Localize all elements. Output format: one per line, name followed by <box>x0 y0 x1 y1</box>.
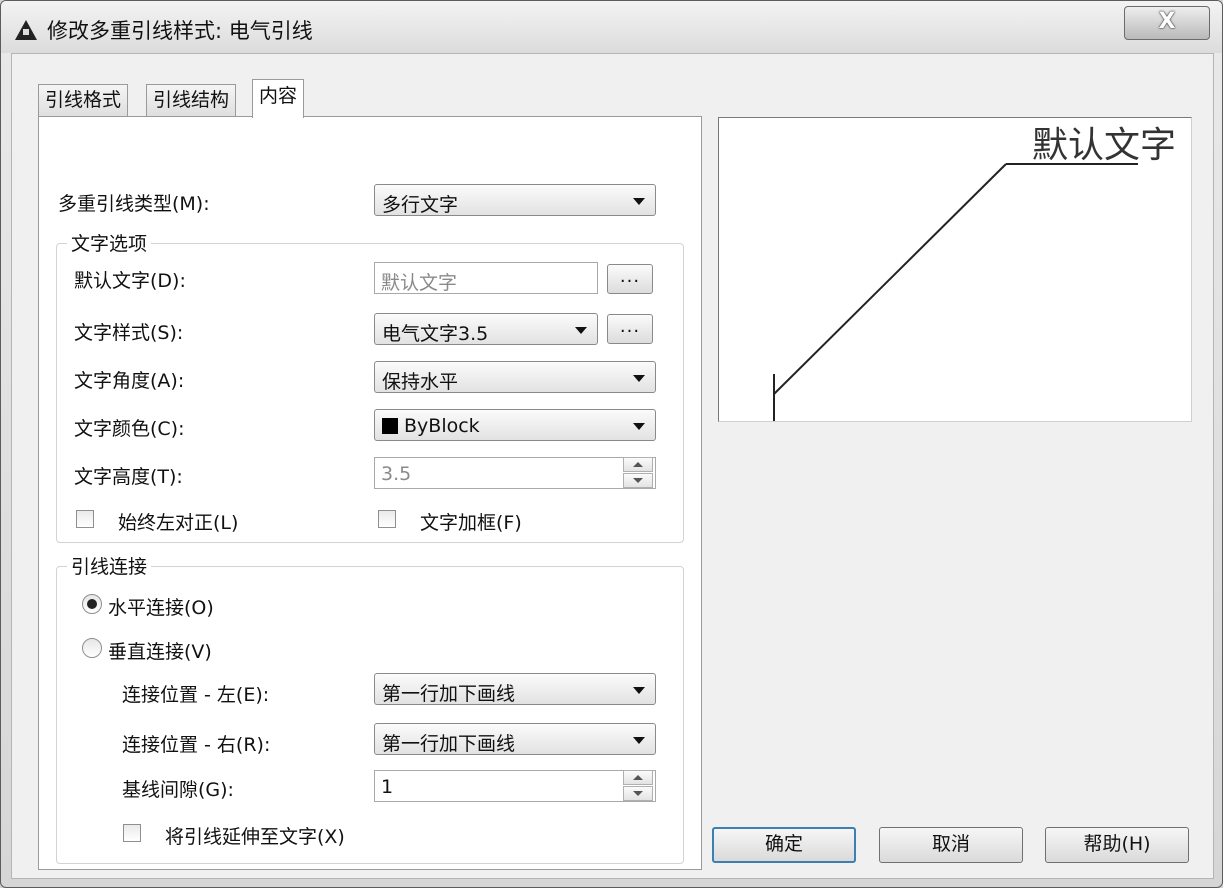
text-color-value-wrap: ByBlock <box>382 415 480 437</box>
default-text-label: 默认文字(D): <box>74 270 186 292</box>
leader-preview-drawing: 默认文字 <box>773 125 1176 421</box>
spin-up-icon[interactable] <box>623 770 653 785</box>
text-height-spinner[interactable] <box>623 457 653 489</box>
tab-leader-format[interactable]: 引线格式 <box>38 84 129 117</box>
preview-sample-text: 默认文字 <box>1032 125 1176 166</box>
attach-left-select[interactable]: 第一行加下画线 <box>374 673 656 705</box>
chevron-down-icon <box>633 375 645 382</box>
attach-left-label: 连接位置 - 左(E): <box>122 684 270 706</box>
text-color-value: ByBlock <box>404 415 480 437</box>
landing-gap-spinner[interactable] <box>623 770 653 802</box>
dialog-window: 修改多重引线样式: 电气引线 X 引线格式 引线结构 内容 多重引线类型(M):… <box>0 0 1223 888</box>
content-tab-panel: 多重引线类型(M): 多行文字 文字选项 默认文字(D): 默认文字 ... 文… <box>38 116 702 870</box>
text-angle-value: 保持水平 <box>382 371 459 393</box>
leader-type-value: 多行文字 <box>382 194 459 216</box>
extend-to-text-checkbox[interactable] <box>123 824 141 842</box>
spin-up-icon[interactable] <box>623 457 653 472</box>
leader-type-label: 多重引线类型(M): <box>58 193 210 215</box>
text-style-value: 电气文字3.5 <box>382 323 489 345</box>
text-frame-label: 文字加框(F) <box>420 512 522 534</box>
landing-gap-value: 1 <box>381 776 394 798</box>
leader-connection-title: 引线连接 <box>67 552 152 579</box>
text-style-browse-button[interactable]: ... <box>607 314 653 344</box>
vertical-attachment-label: 垂直连接(V) <box>108 641 212 663</box>
vertical-attachment-radio[interactable] <box>82 638 102 658</box>
title-bar[interactable]: 修改多重引线样式: 电气引线 X <box>1 1 1222 53</box>
text-color-label: 文字颜色(C): <box>74 418 185 440</box>
always-left-justify-checkbox[interactable] <box>76 510 94 528</box>
horizontal-attachment-label: 水平连接(O) <box>108 597 214 619</box>
spin-down-icon[interactable] <box>623 786 653 801</box>
landing-gap-label: 基线间隙(G): <box>122 779 234 801</box>
attach-right-select[interactable]: 第一行加下画线 <box>374 723 656 755</box>
attach-left-value: 第一行加下画线 <box>382 683 516 705</box>
chevron-down-icon <box>633 423 645 430</box>
text-color-select[interactable]: ByBlock <box>374 409 656 441</box>
default-text-value: 默认文字 <box>381 272 458 294</box>
color-swatch-icon <box>382 418 398 434</box>
tab-content[interactable]: 内容 <box>252 79 305 118</box>
default-text-browse-button[interactable]: ... <box>607 264 653 294</box>
close-button[interactable]: X <box>1124 6 1210 40</box>
help-button[interactable]: 帮助(H) <box>1045 827 1189 863</box>
dialog-client: 引线格式 引线结构 内容 多重引线类型(M): 多行文字 文字选项 默认文字(D… <box>11 53 1214 879</box>
text-frame-checkbox[interactable] <box>378 510 396 528</box>
text-options-title: 文字选项 <box>67 229 152 256</box>
autocad-logo-icon <box>15 20 37 40</box>
landing-gap-field[interactable]: 1 <box>374 770 656 802</box>
always-left-justify-label: 始终左对正(L) <box>118 512 239 534</box>
leader-type-select[interactable]: 多行文字 <box>374 184 656 216</box>
extend-to-text-label: 将引线延伸至文字(X) <box>165 826 345 848</box>
chevron-down-icon <box>633 737 645 744</box>
ok-button[interactable]: 确定 <box>712 827 856 863</box>
chevron-down-icon <box>575 327 587 334</box>
text-angle-label: 文字角度(A): <box>74 370 185 392</box>
text-angle-select[interactable]: 保持水平 <box>374 361 656 393</box>
attach-right-value: 第一行加下画线 <box>382 733 516 755</box>
horizontal-attachment-radio[interactable] <box>82 594 102 614</box>
text-height-field[interactable]: 3.5 <box>374 457 656 489</box>
leader-preview: 默认文字 <box>718 117 1192 422</box>
text-style-select[interactable]: 电气文字3.5 <box>374 313 598 345</box>
text-height-label: 文字高度(T): <box>74 466 183 488</box>
chevron-down-icon <box>633 198 645 205</box>
attach-right-label: 连接位置 - 右(R): <box>122 734 271 756</box>
chevron-down-icon <box>633 687 645 694</box>
cancel-button[interactable]: 取消 <box>879 827 1023 863</box>
preview-leader-line <box>773 163 1007 395</box>
text-height-value: 3.5 <box>381 463 412 485</box>
tab-leader-structure[interactable]: 引线结构 <box>146 84 237 117</box>
spin-down-icon[interactable] <box>623 473 653 488</box>
window-title: 修改多重引线样式: 电气引线 <box>47 19 313 43</box>
text-style-label: 文字样式(S): <box>74 322 184 344</box>
default-text-field[interactable]: 默认文字 <box>374 262 598 294</box>
